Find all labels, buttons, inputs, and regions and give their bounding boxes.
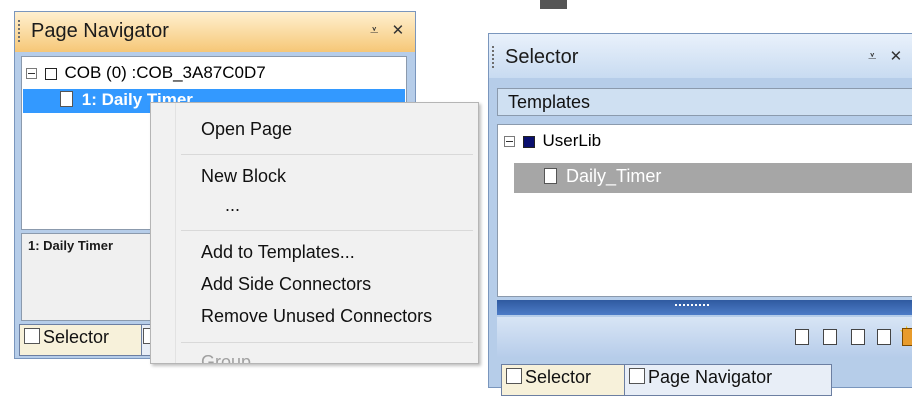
block-u-icon[interactable] — [851, 329, 865, 345]
menu-item-new-block-more[interactable]: ... — [225, 195, 240, 216]
page-navigator-titlebar[interactable]: Page Navigator ⩡ ✕ — [15, 12, 415, 52]
selector-panel: Selector ⩡ ✕ Templates UserLib Daily_Tim… — [488, 33, 912, 396]
collapse-icon[interactable] — [26, 68, 37, 80]
page-icon — [60, 91, 73, 107]
page-navigator-title: Page Navigator — [31, 20, 169, 42]
tree-item-userlib[interactable]: UserLib — [504, 131, 601, 151]
cob-icon — [44, 67, 57, 80]
book-icon[interactable] — [902, 328, 912, 346]
tree-item-daily-timer[interactable]: Daily_Timer — [544, 166, 661, 187]
templates-header[interactable]: Templates — [497, 88, 912, 116]
menu-separator — [181, 154, 473, 155]
selector-icon — [506, 368, 522, 384]
tab-label: Selector — [43, 327, 110, 347]
page-navigator-icon — [629, 368, 645, 384]
tab-selector[interactable]: Selector — [501, 364, 633, 396]
drag-grip-icon[interactable] — [492, 46, 494, 70]
selector-title: Selector — [505, 46, 579, 68]
templates-tree: UserLib Daily_Timer — [497, 124, 912, 297]
pin-icon[interactable]: ⩡ — [868, 48, 876, 65]
templates-header-label: Templates — [508, 92, 591, 112]
menu-item-add-to-templates[interactable]: Add to Templates... — [201, 242, 355, 263]
tree-item-label: COB (0) :COB_3A87C0D7 — [64, 63, 266, 82]
tree-item-cob[interactable]: COB (0) :COB_3A87C0D7 — [26, 63, 266, 83]
pin-icon[interactable]: ⩡ — [370, 22, 378, 39]
library-icon — [522, 135, 535, 148]
menu-separator — [181, 342, 473, 343]
selector-icon — [24, 328, 40, 344]
tab-label: Selector — [525, 367, 592, 387]
block-s-icon[interactable] — [795, 329, 809, 345]
block-plain-icon[interactable] — [877, 329, 891, 345]
page-info-label: 1: Daily Timer — [28, 238, 114, 253]
context-menu: Open Page New Block ... Add to Templates… — [150, 102, 479, 364]
close-icon[interactable]: ✕ — [890, 47, 903, 65]
tree-item-label: Daily_Timer — [566, 166, 662, 186]
menu-item-open-page[interactable]: Open Page — [201, 119, 292, 140]
splitter[interactable] — [497, 300, 912, 315]
page-icon — [544, 168, 557, 184]
menu-separator — [181, 230, 473, 231]
tab-selector[interactable]: Selector — [19, 324, 151, 356]
selector-toolbar: ★ — [497, 317, 912, 357]
selector-titlebar[interactable]: Selector ⩡ ✕ — [489, 34, 912, 78]
collapse-icon[interactable] — [504, 136, 515, 148]
window-edge-marker — [540, 0, 567, 9]
close-icon[interactable]: ✕ — [392, 21, 405, 39]
menu-item-group[interactable]: Group — [201, 352, 251, 363]
menu-item-remove-unused-connectors[interactable]: Remove Unused Connectors — [201, 306, 432, 327]
tab-page-navigator[interactable]: Page Navigator — [624, 364, 832, 396]
tab-label: Page Navigator — [648, 367, 773, 387]
block-r-icon[interactable] — [823, 329, 837, 345]
menu-item-add-side-connectors[interactable]: Add Side Connectors — [201, 274, 371, 295]
tree-item-label: UserLib — [542, 131, 602, 150]
drag-grip-icon[interactable] — [18, 20, 20, 44]
menu-item-new-block[interactable]: New Block — [201, 166, 286, 187]
